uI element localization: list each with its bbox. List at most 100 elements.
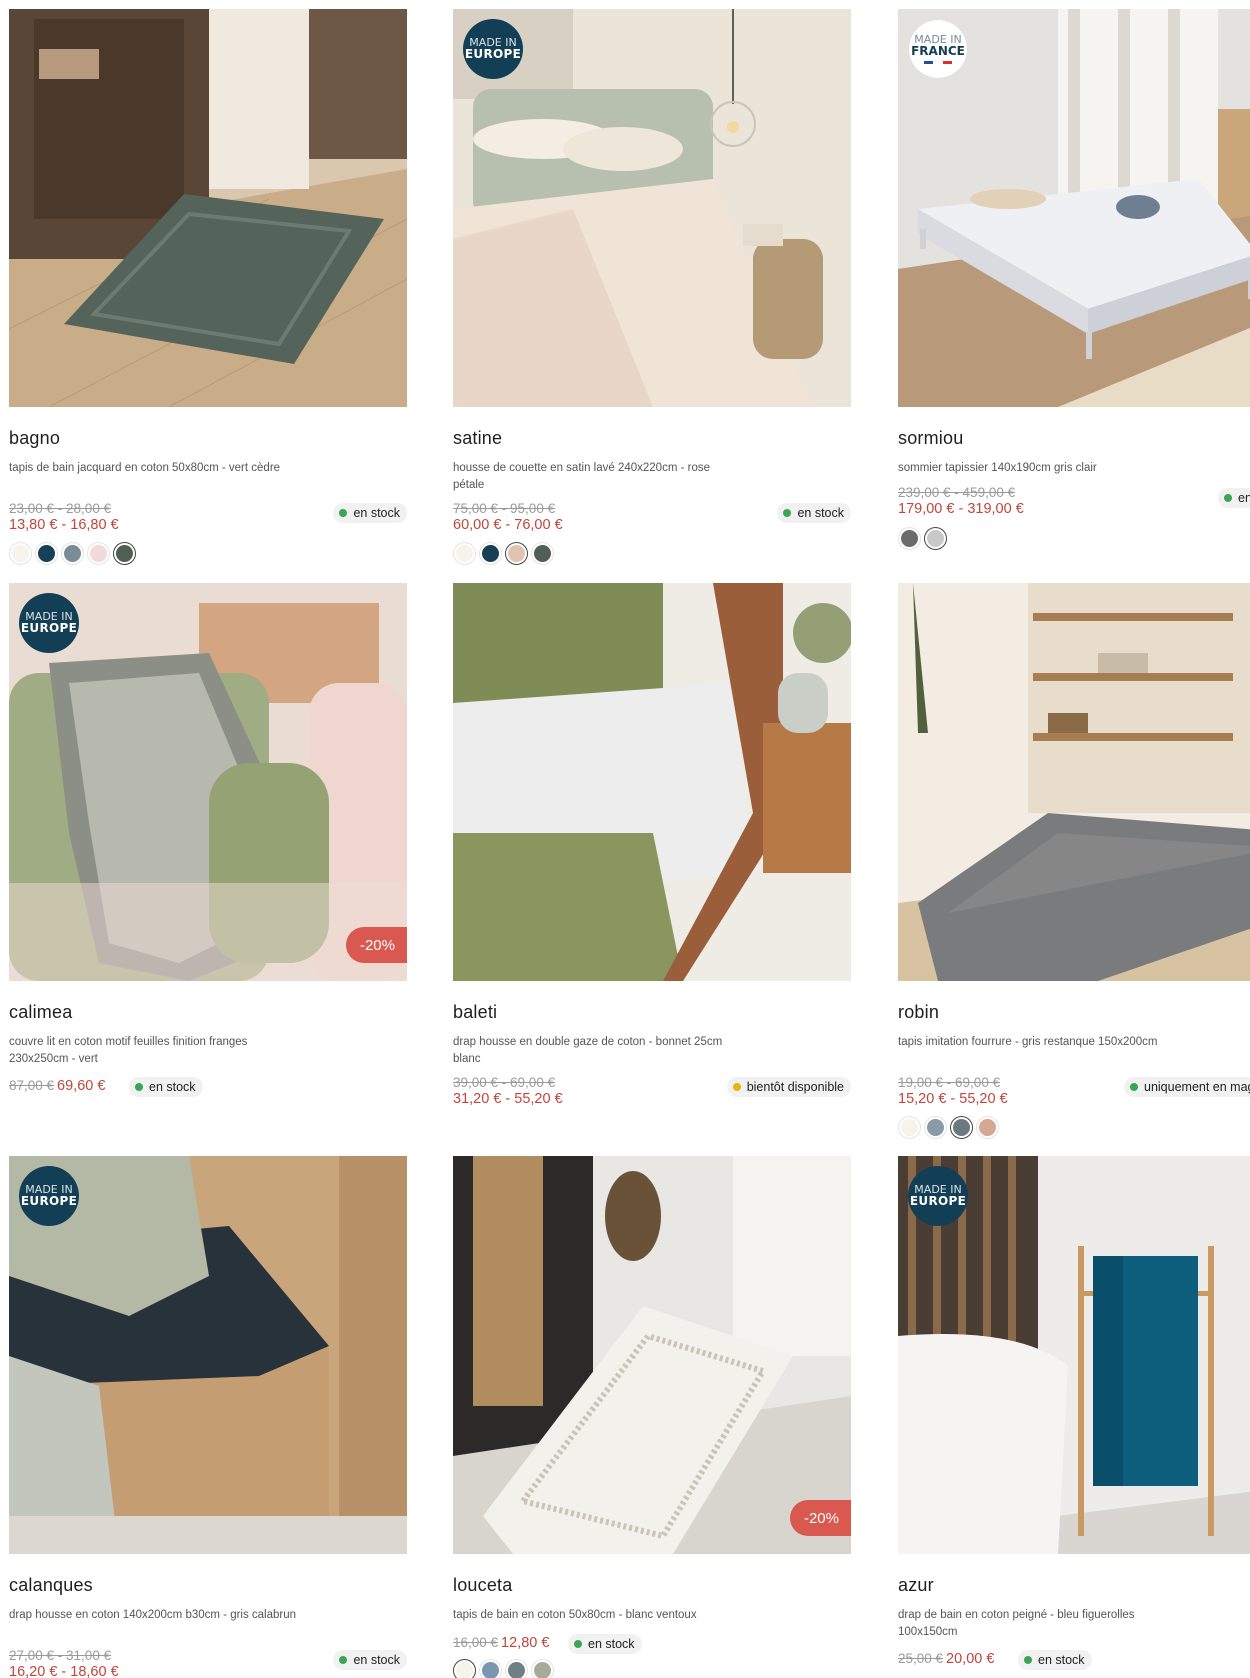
product-title[interactable]: calimea — [9, 1002, 72, 1023]
color-swatch[interactable] — [898, 527, 921, 550]
stock-status: en stock — [129, 1077, 203, 1097]
product-card-calanques[interactable]: MADE IN EUROPE calanques drap housse en c… — [9, 1156, 407, 1678]
color-swatch[interactable] — [898, 1116, 921, 1139]
color-swatch[interactable] — [505, 1659, 528, 1678]
product-card-baleti[interactable]: baleti drap housse en double gaze de cot… — [453, 583, 851, 1107]
product-title[interactable]: baleti — [453, 1002, 497, 1023]
stock-status: en stock — [1218, 488, 1250, 508]
color-swatch[interactable] — [531, 1659, 554, 1678]
stock-dot — [732, 1083, 741, 1091]
product-image[interactable]: MADE IN EUROPE — [898, 1156, 1250, 1554]
product-image[interactable]: MADE IN EUROPE -20% — [9, 583, 407, 981]
product-prices: 75,00 € - 95,00 € 60,00 € - 76,00 € — [453, 500, 563, 534]
sale-price: 16,20 € - 18,60 € — [9, 1664, 119, 1678]
color-swatch-selected[interactable] — [453, 1659, 476, 1678]
product-title[interactable]: bagno — [9, 428, 60, 449]
product-photo — [9, 9, 407, 407]
product-card-satine[interactable]: MADE IN EUROPE satine housse de couette e… — [453, 9, 851, 565]
product-title[interactable]: louceta — [453, 1575, 512, 1596]
product-title[interactable]: sormiou — [898, 428, 963, 449]
product-description: sommier tapissier 140x190cm gris clair — [898, 462, 1097, 474]
product-description: drap housse en coton 140x200cm b30cm - g… — [9, 1609, 297, 1621]
product-title[interactable]: calanques — [9, 1575, 93, 1596]
color-swatches — [453, 1659, 554, 1678]
color-swatch[interactable] — [61, 542, 84, 565]
stock-dot — [1224, 494, 1232, 502]
stock-dot — [339, 509, 348, 517]
product-card-robin[interactable]: robin tapis imitation fourrure - gris re… — [898, 583, 1250, 1139]
product-title[interactable]: azur — [898, 1575, 934, 1596]
color-swatch[interactable] — [453, 542, 476, 565]
product-prices: 27,00 € - 31,00 € 16,20 € - 18,60 € — [9, 1647, 119, 1678]
made-in-europe-badge: MADE IN EUROPE — [908, 1166, 968, 1226]
old-price: 16,00 € — [453, 1635, 499, 1650]
product-card-bagno[interactable]: bagno tapis de bain jacquard en coton 50… — [9, 9, 407, 565]
old-price: 19,00 € - 69,00 € — [898, 1075, 1001, 1090]
color-swatch[interactable] — [479, 542, 502, 565]
product-description: couvre lit en coton motif feuilles finit… — [9, 1036, 248, 1065]
stock-status: en stock — [333, 503, 407, 523]
color-swatch[interactable] — [531, 542, 554, 565]
old-price: 39,00 € - 69,00 € — [453, 1075, 556, 1090]
sale-price: 60,00 € - 76,00 € — [453, 517, 563, 533]
color-swatch[interactable] — [976, 1116, 999, 1139]
color-swatches — [9, 542, 136, 565]
product-description: drap de bain en coton peigné - bleu figu… — [898, 1609, 1135, 1638]
color-swatches — [898, 1116, 999, 1139]
old-price: 239,00 € - 459,00 € — [898, 485, 1016, 500]
color-swatch[interactable] — [87, 542, 110, 565]
product-prices: 23,00 € - 28,00 € 13,80 € - 16,80 € — [9, 500, 119, 534]
made-in-europe-badge: MADE IN EUROPE — [19, 1166, 79, 1226]
product-card-louceta[interactable]: -20% louceta tapis de bain en coton 50x8… — [453, 1156, 851, 1678]
color-swatch[interactable] — [924, 1116, 947, 1139]
product-description: drap housse en double gaze de coton - bo… — [453, 1036, 723, 1065]
made-in-france-badge: MADE IN FRANCE — [908, 19, 968, 79]
stock-status: uniquement en magasin — [1124, 1077, 1250, 1097]
color-swatch[interactable] — [35, 542, 58, 565]
sale-price: 31,20 € - 55,20 € — [453, 1091, 563, 1107]
product-prices: 16,00 € 12,80 € — [453, 1634, 549, 1652]
product-card-sormiou[interactable]: MADE IN FRANCE sormiou sommier tapissier … — [898, 9, 1250, 550]
sale-price: 179,00 € - 319,00 € — [898, 501, 1024, 517]
product-photo — [898, 583, 1250, 981]
old-price: 27,00 € - 31,00 € — [9, 1648, 112, 1663]
product-image[interactable]: MADE IN EUROPE — [9, 1156, 407, 1554]
stock-dot — [1130, 1083, 1138, 1091]
product-card-calimea[interactable]: MADE IN EUROPE -20% calimea couvre lit en… — [9, 583, 407, 1097]
stock-status: bientôt disponible — [726, 1077, 851, 1097]
sale-price: 12,80 € — [501, 1635, 550, 1651]
product-photo — [453, 1156, 851, 1554]
product-prices: 87,00 € 69,60 € — [9, 1077, 105, 1095]
color-swatches — [453, 542, 554, 565]
stock-status: en stock — [1018, 1650, 1092, 1670]
product-image[interactable]: -20% — [453, 1156, 851, 1554]
discount-badge: -20% — [789, 1500, 851, 1536]
stock-dot — [783, 509, 792, 517]
product-prices: 19,00 € - 69,00 € 15,20 € - 55,20 € — [898, 1074, 1008, 1108]
product-image[interactable] — [9, 9, 407, 407]
product-card-azur[interactable]: MADE IN EUROPE azur drap de bain en coton… — [898, 1156, 1250, 1670]
color-swatches — [898, 527, 947, 550]
stock-dot — [339, 1656, 348, 1664]
product-image[interactable] — [453, 583, 851, 981]
product-title[interactable]: robin — [898, 1002, 939, 1023]
color-swatch[interactable] — [479, 1659, 502, 1678]
old-price: 23,00 € - 28,00 € — [9, 501, 112, 516]
stock-status: en stock — [568, 1634, 642, 1654]
color-swatch-selected[interactable] — [505, 542, 528, 565]
product-image[interactable]: MADE IN EUROPE — [453, 9, 851, 407]
old-price: 87,00 € — [9, 1078, 55, 1093]
product-image[interactable] — [898, 583, 1250, 981]
sale-price: 20,00 € — [946, 1651, 995, 1667]
old-price: 75,00 € - 95,00 € — [453, 501, 556, 516]
product-image[interactable]: MADE IN FRANCE — [898, 9, 1250, 407]
product-title[interactable]: satine — [453, 428, 502, 449]
product-description: tapis imitation fourrure - gris restanqu… — [898, 1036, 1158, 1048]
color-swatch[interactable] — [9, 542, 32, 565]
color-swatch-selected[interactable] — [950, 1116, 973, 1139]
color-swatch-selected[interactable] — [924, 527, 947, 550]
color-swatch-selected[interactable] — [113, 542, 136, 565]
sale-price: 69,60 € — [57, 1078, 106, 1094]
stock-dot — [135, 1083, 143, 1091]
made-in-europe-badge: MADE IN EUROPE — [463, 19, 523, 79]
